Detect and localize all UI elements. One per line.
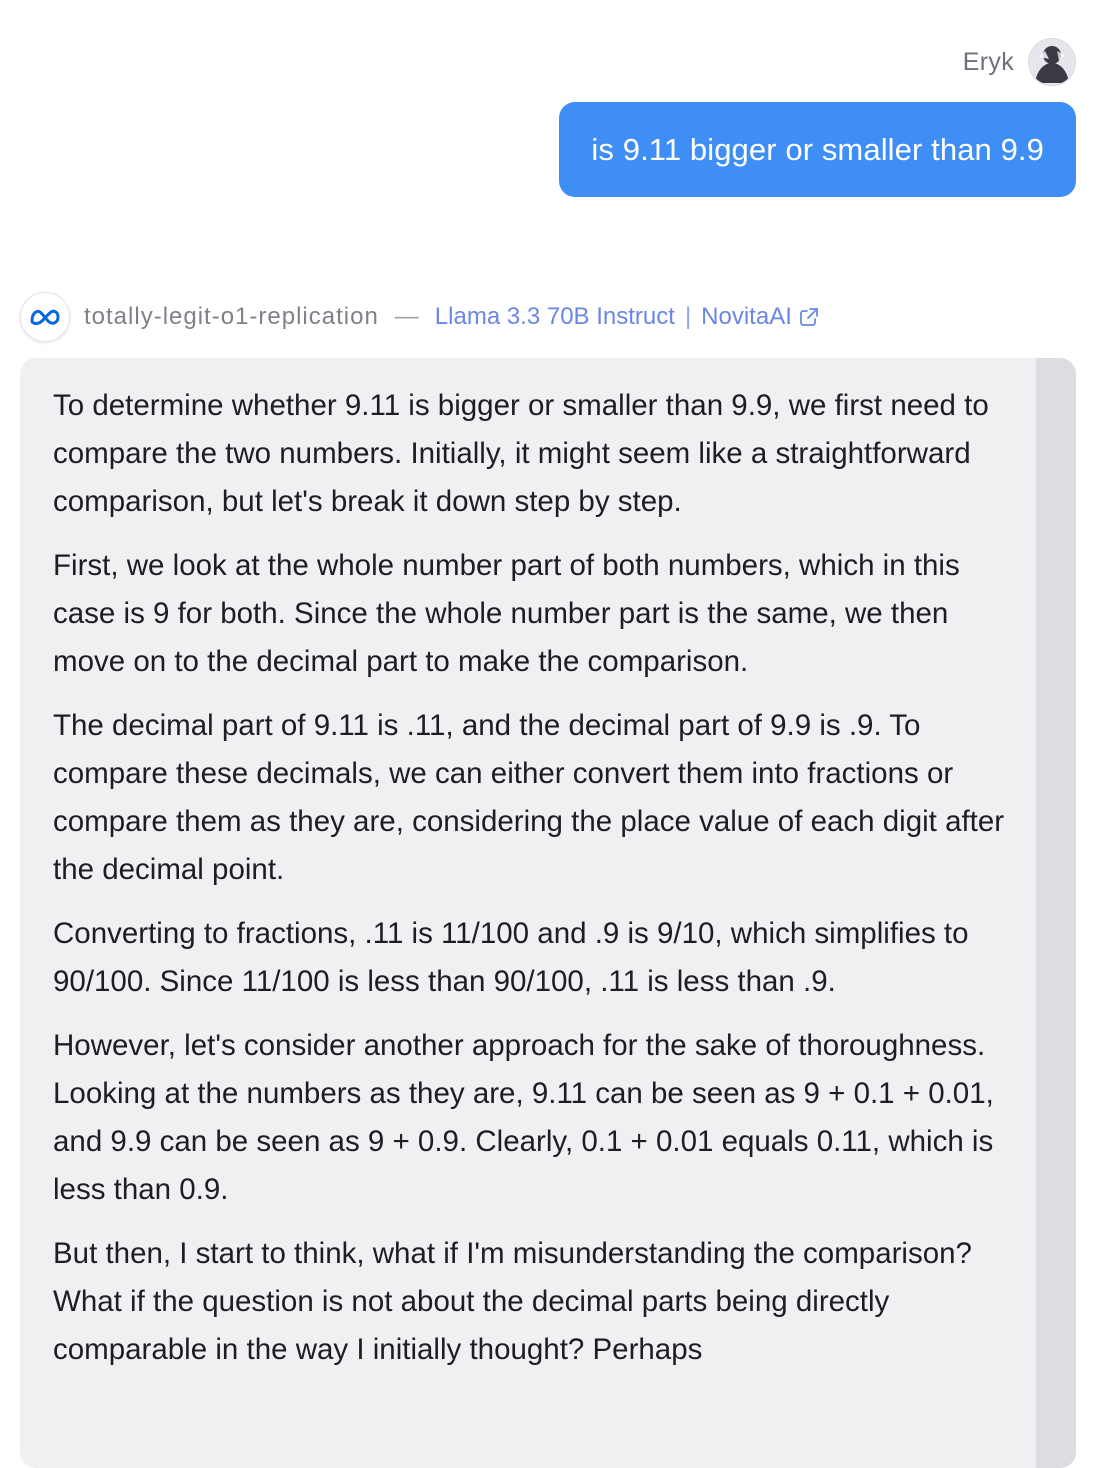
assistant-avatar xyxy=(20,292,70,342)
meta-logo-icon xyxy=(30,309,60,325)
assistant-paragraph: To determine whether 9.11 is bigger or s… xyxy=(53,389,989,518)
assistant-name: totally-legit-o1-replication xyxy=(84,303,379,330)
assistant-message-text: To determine whether 9.11 is bigger or s… xyxy=(53,382,1018,1390)
user-avatar[interactable] xyxy=(1028,38,1076,86)
model-provider-divider: | xyxy=(684,303,692,330)
assistant-paragraph: First, we look at the whole number part … xyxy=(53,549,960,678)
user-message-text: is 9.11 bigger or smaller than 9.9 xyxy=(591,131,1044,167)
provider-name: NovitaAI xyxy=(701,303,792,330)
assistant-paragraph: Converting to fractions, .11 is 11/100 a… xyxy=(53,917,969,998)
model-name: Llama 3.3 70B Instruct xyxy=(434,303,675,330)
header-separator: — xyxy=(394,303,419,330)
assistant-paragraph: However, let's consider another approach… xyxy=(53,1029,994,1206)
external-link-icon xyxy=(799,308,818,326)
model-provider-link[interactable]: Llama 3.3 70B Instruct | NovitaAI xyxy=(435,303,820,331)
user-avatar-image xyxy=(1029,39,1075,85)
assistant-message-header: totally-legit-o1-replication — Llama 3.3… xyxy=(20,292,820,342)
assistant-message-bubble: To determine whether 9.11 is bigger or s… xyxy=(20,358,1076,1468)
assistant-paragraph: The decimal part of 9.11 is .11, and the… xyxy=(53,709,1005,886)
user-message-bubble: is 9.11 bigger or smaller than 9.9 xyxy=(559,102,1076,197)
user-name: Eryk xyxy=(962,47,1014,76)
user-message-header: Eryk xyxy=(963,38,1076,86)
scrollbar-track[interactable] xyxy=(1036,358,1076,1468)
assistant-paragraph: But then, I start to think, what if I'm … xyxy=(53,1237,972,1366)
